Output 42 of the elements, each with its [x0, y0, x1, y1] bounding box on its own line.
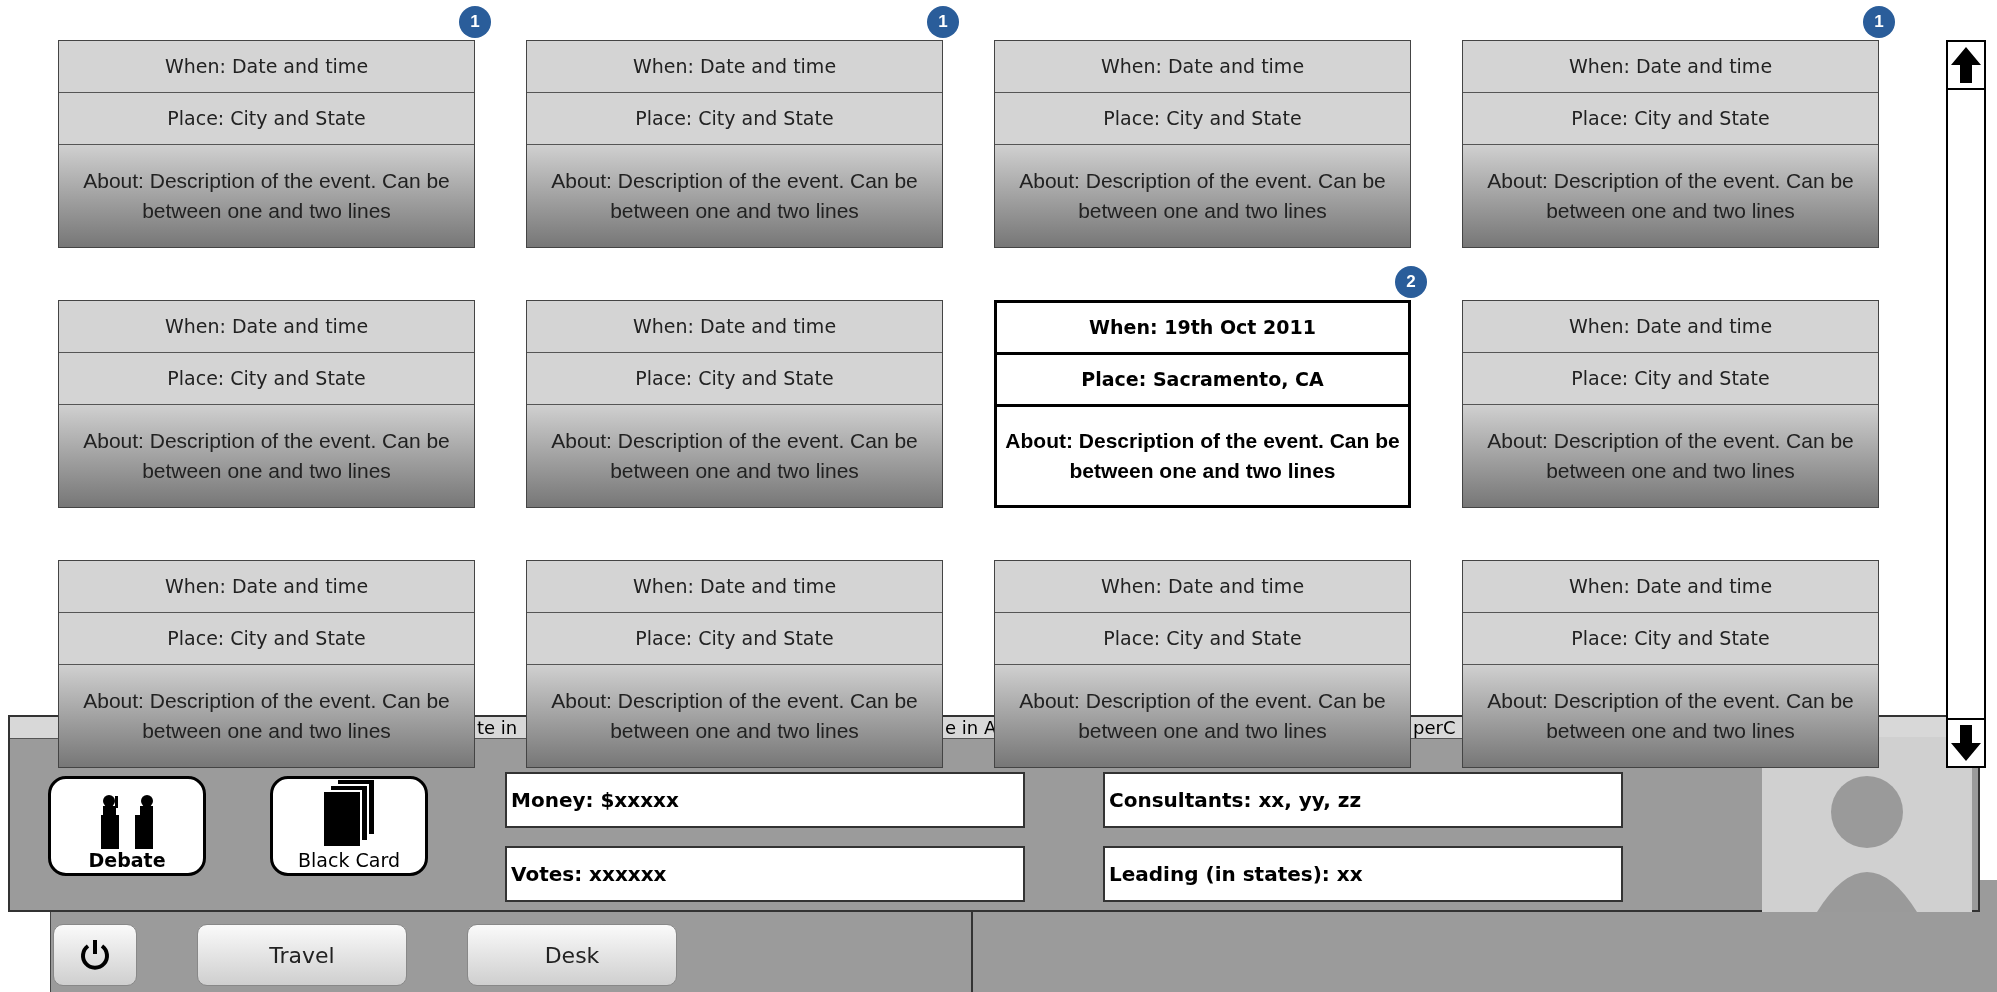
event-about: About: Description of the event. Can be between one and two lines: [1463, 405, 1878, 507]
action-button[interactable]: Black Card: [270, 775, 428, 876]
vertical-scrollbar[interactable]: [1946, 40, 1986, 768]
event-about: About: Description of the event. Can be between one and two lines: [59, 665, 474, 767]
event-card[interactable]: When: 19th Oct 2011 Place: Sacramento, CA About: Description of the event. Can be between one and two lines: [994, 300, 1411, 508]
up-arrow-icon: [1950, 45, 1982, 85]
event-about: About: Description of the event. Can be between one and two lines: [527, 145, 942, 247]
event-card[interactable]: When: Date and time Place: City and State About: Description of the event. Can be between one and two lines: [1462, 40, 1879, 248]
number-badge: 1: [1863, 6, 1895, 38]
event-card[interactable]: When: Date and time Place: City and State About: Description of the event. Can be between one and two lines: [58, 560, 475, 768]
event-card[interactable]: When: Date and time Place: City and State About: Description of the event. Can be between one and two lines: [1462, 560, 1879, 768]
toolbar-button[interactable]: Desk: [467, 924, 677, 986]
event-card[interactable]: When: Date and time Place: City and State About: Description of the event. Can be between one and two lines: [526, 560, 943, 768]
event-about: About: Description of the event. Can be between one and two lines: [995, 145, 1410, 247]
number-badge: 1: [927, 6, 959, 38]
number-badge: 1: [459, 6, 491, 38]
event-card[interactable]: When: Date and time Place: City and State About: Description of the event. Can be between one and two lines: [1462, 300, 1879, 508]
number-badge: 2: [1395, 266, 1427, 298]
event-about: About: Description of the event. Can be between one and two lines: [527, 405, 942, 507]
event-about: About: Description of the event. Can be between one and two lines: [527, 665, 942, 767]
stat-field: Money: $xxxxx: [505, 772, 1025, 828]
down-arrow-icon: [1950, 723, 1982, 763]
event-card[interactable]: When: Date and time Place: City and State About: Description of the event. Can be between one and two lines: [526, 300, 943, 508]
event-about: About: Description of the event. Can be between one and two lines: [995, 665, 1410, 767]
event-about: About: Description of the event. Can be between one and two lines: [1463, 145, 1878, 247]
tab-label[interactable]: perC: [1413, 717, 1463, 738]
stat-field: Leading (in states): xx: [1103, 846, 1623, 902]
toolbar-button[interactable]: Travel: [197, 924, 407, 986]
event-card[interactable]: When: Date and time Place: City and State About: Description of the event. Can be between one and two lines: [58, 40, 475, 248]
event-card[interactable]: When: Date and time Place: City and State About: Description of the event. Can be between one and two lines: [994, 560, 1411, 768]
event-card[interactable]: When: Date and time Place: City and State About: Description of the event. Can be between one and two lines: [526, 40, 943, 248]
event-about: About: Description of the event. Can be between one and two lines: [59, 145, 474, 247]
event-about: About: Description of the event. Can be between one and two lines: [1463, 665, 1878, 767]
stat-field: Votes: xxxxxx: [505, 846, 1025, 902]
event-about: About: Description of the event. Can be between one and two lines: [59, 405, 474, 507]
power-button[interactable]: [53, 924, 137, 986]
event-card[interactable]: When: Date and time Place: City and State About: Description of the event. Can be between one and two lines: [994, 40, 1411, 248]
power-icon: [79, 938, 111, 972]
action-button[interactable]: Debate: [48, 775, 206, 876]
tab-label[interactable]: te in: [477, 717, 527, 738]
stat-field: Consultants: xx, yy, zz: [1103, 772, 1623, 828]
event-card[interactable]: When: Date and time Place: City and State About: Description of the event. Can be between one and two lines: [58, 300, 475, 508]
